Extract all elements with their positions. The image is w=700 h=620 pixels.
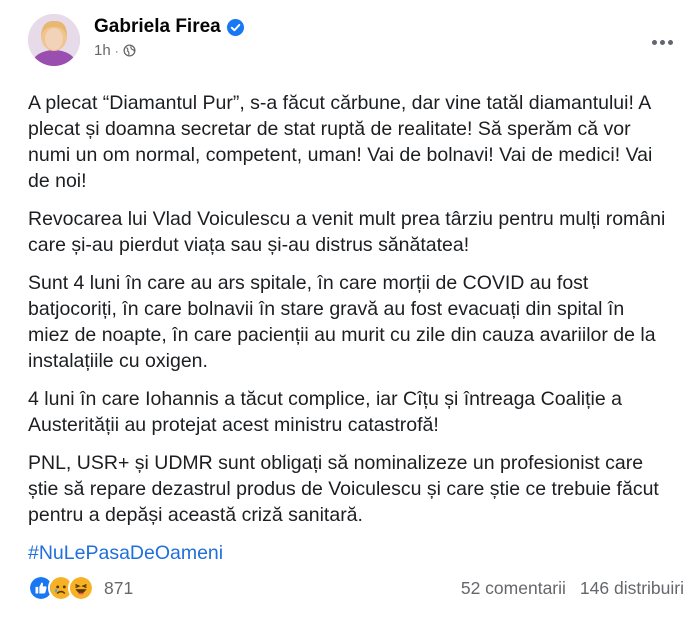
post-time[interactable]: 1h — [94, 42, 111, 59]
facebook-post: Gabriela Firea 1h · A plecat “Diamantul … — [0, 0, 700, 620]
post-paragraph: Sunt 4 luni în care au ars spitale, în c… — [28, 272, 656, 372]
reaction-count[interactable]: 871 — [104, 578, 133, 599]
author-meta: Gabriela Firea 1h · — [94, 14, 644, 59]
post-paragraph: 4 luni în care Iohannis a tăcut complice… — [28, 388, 622, 436]
reactions-summary[interactable]: 871 — [28, 575, 133, 601]
post-header: Gabriela Firea 1h · — [28, 14, 684, 76]
haha-icon — [68, 575, 94, 601]
shares-count[interactable]: 146 distribuiri — [580, 578, 684, 599]
verified-badge-icon — [226, 18, 244, 36]
time-separator: · — [114, 43, 119, 58]
globe-icon[interactable] — [123, 44, 136, 57]
hashtag-link[interactable]: #NuLePasaDeOameni — [28, 540, 670, 566]
post-paragraph: A plecat “Diamantul Pur”, s-a făcut cărb… — [28, 92, 653, 192]
more-dot — [659, 39, 665, 45]
avatar-image — [28, 14, 80, 66]
author-name-row: Gabriela Firea — [94, 16, 644, 38]
more-dot — [667, 39, 673, 45]
post-paragraph: Revocarea lui Vlad Voiculescu a venit mu… — [28, 208, 666, 256]
comments-count[interactable]: 52 comentarii — [461, 578, 566, 599]
more-options-icon[interactable] — [644, 24, 680, 60]
author-avatar[interactable] — [28, 14, 80, 66]
post-stats: 52 comentarii 146 distribuiri — [461, 578, 684, 599]
post-body: A plecat “Diamantul Pur”, s-a făcut cărb… — [28, 90, 684, 566]
author-name[interactable]: Gabriela Firea — [94, 16, 221, 38]
post-subtitle: 1h · — [94, 42, 644, 59]
more-dot — [651, 39, 657, 45]
post-paragraph: PNL, USR+ și UDMR sunt obligați să nomin… — [28, 452, 659, 526]
post-footer: 871 52 comentarii 146 distribuiri — [28, 575, 684, 601]
